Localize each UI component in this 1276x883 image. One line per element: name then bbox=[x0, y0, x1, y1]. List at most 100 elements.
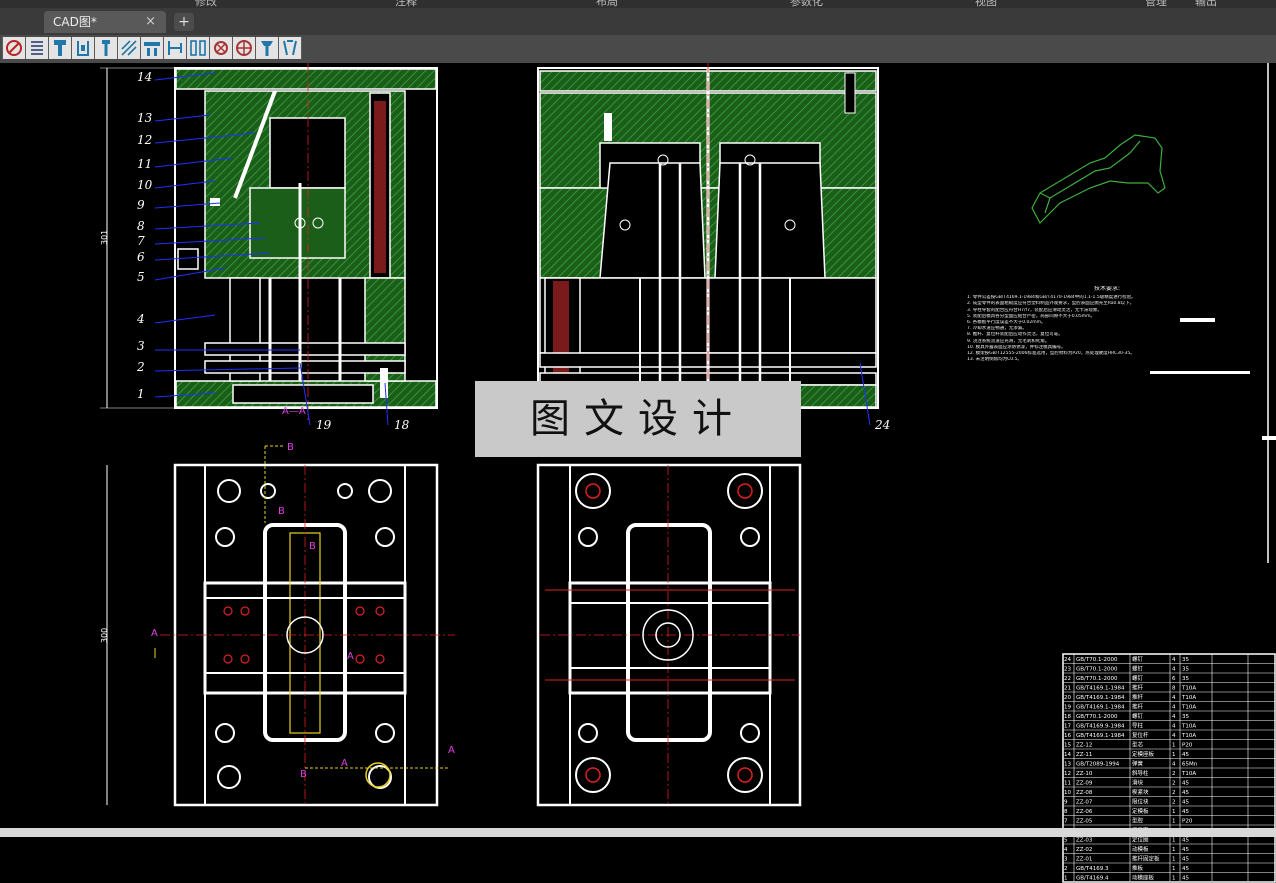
bom-cell: 1 bbox=[1172, 809, 1176, 815]
bom-cell: 复位杆 bbox=[1132, 731, 1149, 739]
bom-cell: T10A bbox=[1181, 686, 1196, 692]
bom-cell: 弹簧 bbox=[1132, 760, 1144, 768]
bom-cell: ZZ-06 bbox=[1076, 809, 1093, 815]
dimension-text: 300 bbox=[100, 627, 109, 643]
guide-icon[interactable] bbox=[187, 37, 209, 59]
section-view-left bbox=[174, 63, 438, 423]
bom-cell: 4 bbox=[1172, 667, 1176, 673]
drawing-canvas[interactable]: 14 13 12 11 10 9 8 7 6 5 4 3 2 1 19 18 2… bbox=[0, 63, 1276, 883]
bom-cell: ZZ-11 bbox=[1076, 752, 1092, 758]
bom-cell: GB/T70.1-2000 bbox=[1076, 667, 1118, 673]
bom-cell: 35 bbox=[1182, 714, 1189, 720]
bom-cell: GB/T4169.1-1984 bbox=[1076, 695, 1125, 701]
bom-cell: 45 bbox=[1182, 781, 1189, 787]
bom-cell: 35 bbox=[1182, 676, 1189, 682]
bom-cell: 导柱 bbox=[1132, 722, 1144, 730]
note-line: 13. 未注明倒角均为C0.5。 bbox=[967, 357, 1022, 363]
close-icon[interactable]: × bbox=[145, 11, 156, 33]
bom-cell: 6 bbox=[1172, 676, 1176, 682]
bom-cell: 斜导柱 bbox=[1132, 769, 1149, 777]
bom-cell: ZZ-12 bbox=[1076, 743, 1092, 749]
bom-cell: ZZ-08 bbox=[1076, 790, 1093, 796]
bom-cell: GB/T4169.1-1984 bbox=[1076, 733, 1125, 739]
bom-cell: 推杆 bbox=[1132, 703, 1144, 711]
bom-cell: 推杆固定板 bbox=[1132, 855, 1160, 863]
bom-cell: ZZ-07 bbox=[1076, 800, 1093, 806]
bom-cell: 19 bbox=[1064, 705, 1071, 711]
view-mark: B bbox=[309, 541, 316, 552]
gate-icon[interactable] bbox=[233, 37, 255, 59]
bom-cell: 定模板 bbox=[1132, 807, 1149, 815]
view-mark: A bbox=[341, 758, 348, 769]
bom-cell: 2 bbox=[1172, 771, 1176, 777]
part-callout: 3 bbox=[137, 339, 145, 353]
plate-icon[interactable] bbox=[141, 37, 163, 59]
section-label: A—A bbox=[282, 406, 306, 417]
bom-cell: T10A bbox=[1181, 733, 1196, 739]
bom-cell: 22 bbox=[1064, 676, 1071, 682]
spring-icon[interactable] bbox=[26, 37, 48, 59]
pin-icon[interactable] bbox=[95, 37, 117, 59]
bom-cell: 楔紧块 bbox=[1132, 788, 1149, 796]
part-callout: 18 bbox=[394, 418, 410, 432]
screw-icon[interactable] bbox=[49, 37, 71, 59]
bom-cell: 45 bbox=[1182, 800, 1189, 806]
bom-cell: 45 bbox=[1182, 790, 1189, 796]
bushing-icon[interactable] bbox=[279, 37, 301, 59]
mold-icon[interactable] bbox=[3, 37, 25, 59]
bom-cell: 4 bbox=[1172, 714, 1176, 720]
bom-cell: 1 bbox=[1172, 866, 1176, 872]
bom-cell: 23 bbox=[1064, 667, 1071, 673]
bom-cell: 推板 bbox=[1132, 864, 1144, 872]
bom-cell: 1 bbox=[1172, 743, 1176, 749]
sprue-icon[interactable] bbox=[210, 37, 232, 59]
bom-table: 24 GB/T70.1-2000 螺钉 4 3523 GB/T70.1-2000 螺钉 4 35… bbox=[1062, 653, 1276, 883]
bom-cell: 45 bbox=[1182, 752, 1189, 758]
tab-label: CAD图* bbox=[53, 15, 97, 29]
bom-cell: 35 bbox=[1182, 667, 1189, 673]
bom-cell: GB/T4169.1-1984 bbox=[1076, 705, 1125, 711]
bom-cell: 动模板 bbox=[1132, 845, 1149, 853]
mold-toolbar bbox=[2, 37, 302, 59]
new-tab-button[interactable]: + bbox=[174, 13, 194, 31]
bom-cell: 1 bbox=[1172, 752, 1176, 758]
bom-cell: GB/T4169.1-1984 bbox=[1076, 686, 1125, 692]
bom-cell: 10 bbox=[1064, 790, 1071, 796]
insert-icon[interactable] bbox=[72, 37, 94, 59]
bom-cell: T10A bbox=[1181, 705, 1196, 711]
ejector-icon[interactable] bbox=[164, 37, 186, 59]
part-callout: 14 bbox=[137, 70, 153, 84]
bom-cell: 螺钉 bbox=[1132, 665, 1144, 673]
part-callout: 13 bbox=[137, 111, 153, 125]
bom-cell: 螺钉 bbox=[1132, 674, 1144, 682]
bom-cell: 螺钉 bbox=[1132, 655, 1144, 663]
hatch-icon[interactable] bbox=[118, 37, 140, 59]
bom-cell: 2 bbox=[1172, 781, 1176, 787]
bom-cell: 2 bbox=[1172, 800, 1176, 806]
bom-cell: 2 bbox=[1064, 866, 1068, 872]
notes-title: 技术要求: bbox=[1093, 286, 1121, 292]
part-isometric-sketch bbox=[1031, 134, 1166, 224]
view-mark: A bbox=[347, 651, 354, 662]
bom-cell: T10A bbox=[1181, 724, 1196, 730]
bom-cell: 45 bbox=[1182, 838, 1189, 844]
part-callout: 8 bbox=[137, 219, 145, 233]
bom-cell: 2 bbox=[1172, 790, 1176, 796]
bom-cell: 45 bbox=[1182, 857, 1189, 863]
bom-cell: GB/T70.1-2000 bbox=[1076, 714, 1118, 720]
bom-cell: 17 bbox=[1064, 724, 1071, 730]
plan-view-right bbox=[536, 463, 802, 807]
part-callout: 10 bbox=[137, 178, 153, 192]
tab-cad-drawing[interactable]: CAD图* × bbox=[44, 11, 166, 33]
part-callout: 4 bbox=[137, 312, 145, 326]
bom-cell: 1 bbox=[1172, 847, 1176, 853]
technical-requirements: 技术要求: 1. 零件公差按GB/T4169.1-1984和GB/T4170-1… bbox=[967, 286, 1227, 363]
bom-cell: P20 bbox=[1182, 819, 1193, 825]
bolt-icon[interactable] bbox=[256, 37, 278, 59]
bom-cell: 1 bbox=[1172, 876, 1176, 882]
bom-cell: P20 bbox=[1182, 743, 1193, 749]
section-view-right bbox=[537, 63, 879, 426]
bom-cell: 9 bbox=[1064, 800, 1068, 806]
part-callout: 19 bbox=[316, 418, 332, 432]
part-callout: 11 bbox=[137, 157, 153, 171]
